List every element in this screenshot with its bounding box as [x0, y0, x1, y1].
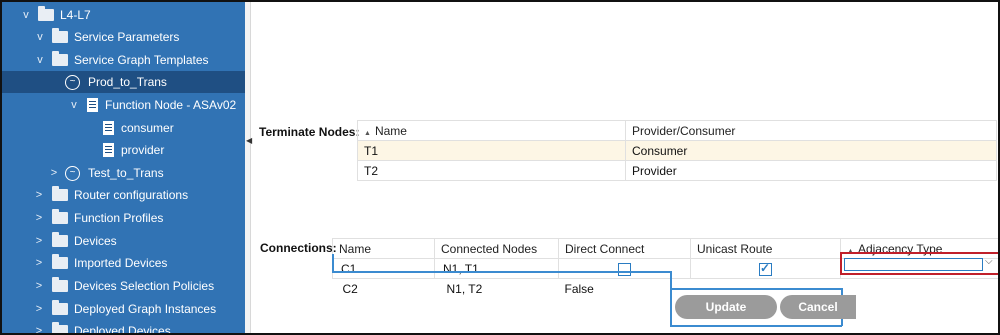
sidebar-item-prod-to-trans[interactable]: ~ Prod_to_Trans: [2, 71, 245, 93]
sidebar-item-l4-l7[interactable]: v L4-L7: [2, 4, 245, 26]
document-icon: [87, 98, 98, 112]
unicast-route-checkbox[interactable]: [759, 261, 772, 276]
table-cell: T1: [357, 140, 626, 161]
chevron-right-icon[interactable]: >: [33, 189, 45, 201]
table-cell: Consumer: [625, 140, 997, 161]
column-header-provider-consumer[interactable]: Provider/Consumer: [625, 120, 997, 141]
sidebar-item-test-to-trans[interactable]: > ~ Test_to_Trans: [2, 162, 245, 184]
chevron-down-icon[interactable]: v: [68, 99, 80, 111]
sidebar-item-label: L4-L7: [60, 8, 91, 22]
sidebar-item-label: provider: [121, 143, 165, 157]
sidebar-item-provider[interactable]: provider: [2, 139, 245, 161]
chevron-down-icon[interactable]: v: [20, 9, 32, 21]
folder-icon: [52, 277, 68, 292]
folder-icon: [52, 186, 68, 201]
column-header-name[interactable]: ▲ Name: [357, 120, 626, 141]
sidebar-item-label: Service Parameters: [74, 30, 180, 44]
edit-row-outline: [670, 271, 672, 326]
terminate-nodes-label: Terminate Nodes:: [259, 125, 360, 139]
sidebar-item-label: Router configurations: [74, 188, 189, 202]
update-button[interactable]: Update: [675, 295, 777, 319]
table-cell: C1: [332, 258, 435, 279]
column-header-direct-connect[interactable]: Direct Connect: [558, 238, 691, 259]
folder-icon: [52, 232, 68, 247]
sidebar-item-service-graph-templates[interactable]: v Service Graph Templates: [2, 49, 245, 71]
collapse-sidebar-icon[interactable]: ◀: [246, 136, 252, 145]
table-cell: N1, T2: [446, 281, 483, 296]
sort-ascending-icon[interactable]: ▲: [364, 130, 371, 137]
edit-row-outline: [332, 254, 334, 272]
sidebar-item-label: Imported Devices: [74, 256, 168, 270]
sidebar-item-label: Test_to_Trans: [88, 166, 164, 180]
edit-row-outline: [670, 288, 842, 290]
sidebar-item-service-parameters[interactable]: v Service Parameters: [2, 26, 245, 48]
table-header-row: Name Connected Nodes Direct Connect Unic…: [332, 238, 998, 259]
direct-connect-checkbox[interactable]: [618, 262, 631, 276]
column-header-unicast-route[interactable]: Unicast Route: [690, 238, 841, 259]
chevron-right-icon[interactable]: >: [33, 325, 45, 333]
sidebar-item-label: Devices: [74, 234, 117, 248]
chevron-right-icon[interactable]: >: [33, 212, 45, 224]
chevron-down-icon[interactable]: v: [34, 54, 46, 66]
sidebar-item-devices[interactable]: > Devices: [2, 230, 245, 252]
cancel-button[interactable]: Cancel: [780, 295, 856, 319]
chevron-down-icon[interactable]: v: [34, 31, 46, 43]
chevron-down-icon[interactable]: ⌵: [985, 256, 993, 267]
column-header-adjacency-type[interactable]: ▲ Adjacency Type: [840, 238, 998, 259]
sidebar-item-label: Devices Selection Policies: [74, 279, 215, 293]
document-icon: [103, 121, 114, 135]
sidebar-item-consumer[interactable]: consumer: [2, 117, 245, 139]
sidebar-item-function-profiles[interactable]: > Function Profiles: [2, 207, 245, 229]
sidebar-item-function-node[interactable]: v Function Node - ASAv02: [2, 94, 245, 116]
sidebar-item-imported-devices[interactable]: > Imported Devices: [2, 252, 245, 274]
sidebar-item-label: consumer: [121, 121, 174, 135]
edit-row-outline: [332, 271, 672, 273]
column-header-connected-nodes[interactable]: Connected Nodes: [434, 238, 559, 259]
sidebar-item-label: Service Graph Templates: [74, 53, 209, 67]
sidebar-resize-handle[interactable]: [245, 2, 251, 333]
connections-label: Connections:: [260, 241, 337, 255]
adjacency-type-select[interactable]: [844, 258, 983, 271]
graph-icon: ~: [65, 74, 80, 90]
folder-icon: [52, 209, 68, 224]
table-row[interactable]: C2 N1, T2 False: [333, 279, 999, 299]
sidebar-item-label: Deployed Graph Instances: [74, 302, 217, 316]
sidebar-item-devices-selection-policies[interactable]: > Devices Selection Policies: [2, 275, 245, 297]
sidebar-item-label: Function Node - ASAv02: [105, 98, 237, 112]
terminate-nodes-table: ▲ Name Provider/Consumer T1 Consumer T2 P…: [357, 120, 997, 181]
chevron-right-icon[interactable]: >: [33, 303, 45, 315]
sidebar-tree: v L4-L7 v Service Parameters v Service G…: [2, 2, 245, 333]
table-cell: T2: [357, 160, 626, 181]
chevron-right-icon[interactable]: >: [33, 280, 45, 292]
table-cell: N1, T1: [434, 258, 559, 279]
chevron-right-icon[interactable]: >: [33, 257, 45, 269]
edit-row-outline: [670, 325, 842, 327]
table-header-row: ▲ Name Provider/Consumer: [357, 120, 997, 141]
app-frame: v L4-L7 v Service Parameters v Service G…: [0, 0, 1000, 335]
sidebar-item-deployed-devices[interactable]: > Deployed Devices: [2, 320, 245, 333]
graph-icon: ~: [65, 165, 80, 181]
column-header-name[interactable]: Name: [332, 238, 435, 259]
table-cell: [690, 258, 841, 279]
folder-icon: [52, 300, 68, 315]
chevron-right-icon[interactable]: >: [48, 167, 60, 179]
chevron-right-icon[interactable]: >: [33, 235, 45, 247]
folder-icon: [52, 51, 68, 66]
document-icon: [103, 143, 114, 157]
table-row[interactable]: T1 Consumer: [357, 140, 997, 161]
table-row[interactable]: T2 Provider: [357, 160, 997, 181]
table-cell: Provider: [625, 160, 997, 181]
table-cell: [841, 279, 999, 299]
folder-icon: [52, 322, 68, 333]
sort-ascending-icon[interactable]: ▲: [847, 248, 854, 255]
sidebar-item-label: Prod_to_Trans: [88, 75, 167, 89]
table-cell: C2: [342, 281, 358, 296]
folder-icon: [52, 254, 68, 269]
sidebar-item-deployed-graph-instances[interactable]: > Deployed Graph Instances: [2, 298, 245, 320]
folder-icon: [38, 6, 54, 21]
sidebar-item-router-configurations[interactable]: > Router configurations: [2, 184, 245, 206]
sidebar-item-label: Deployed Devices: [74, 324, 171, 333]
folder-icon: [52, 28, 68, 43]
sidebar-item-label: Function Profiles: [74, 211, 164, 225]
